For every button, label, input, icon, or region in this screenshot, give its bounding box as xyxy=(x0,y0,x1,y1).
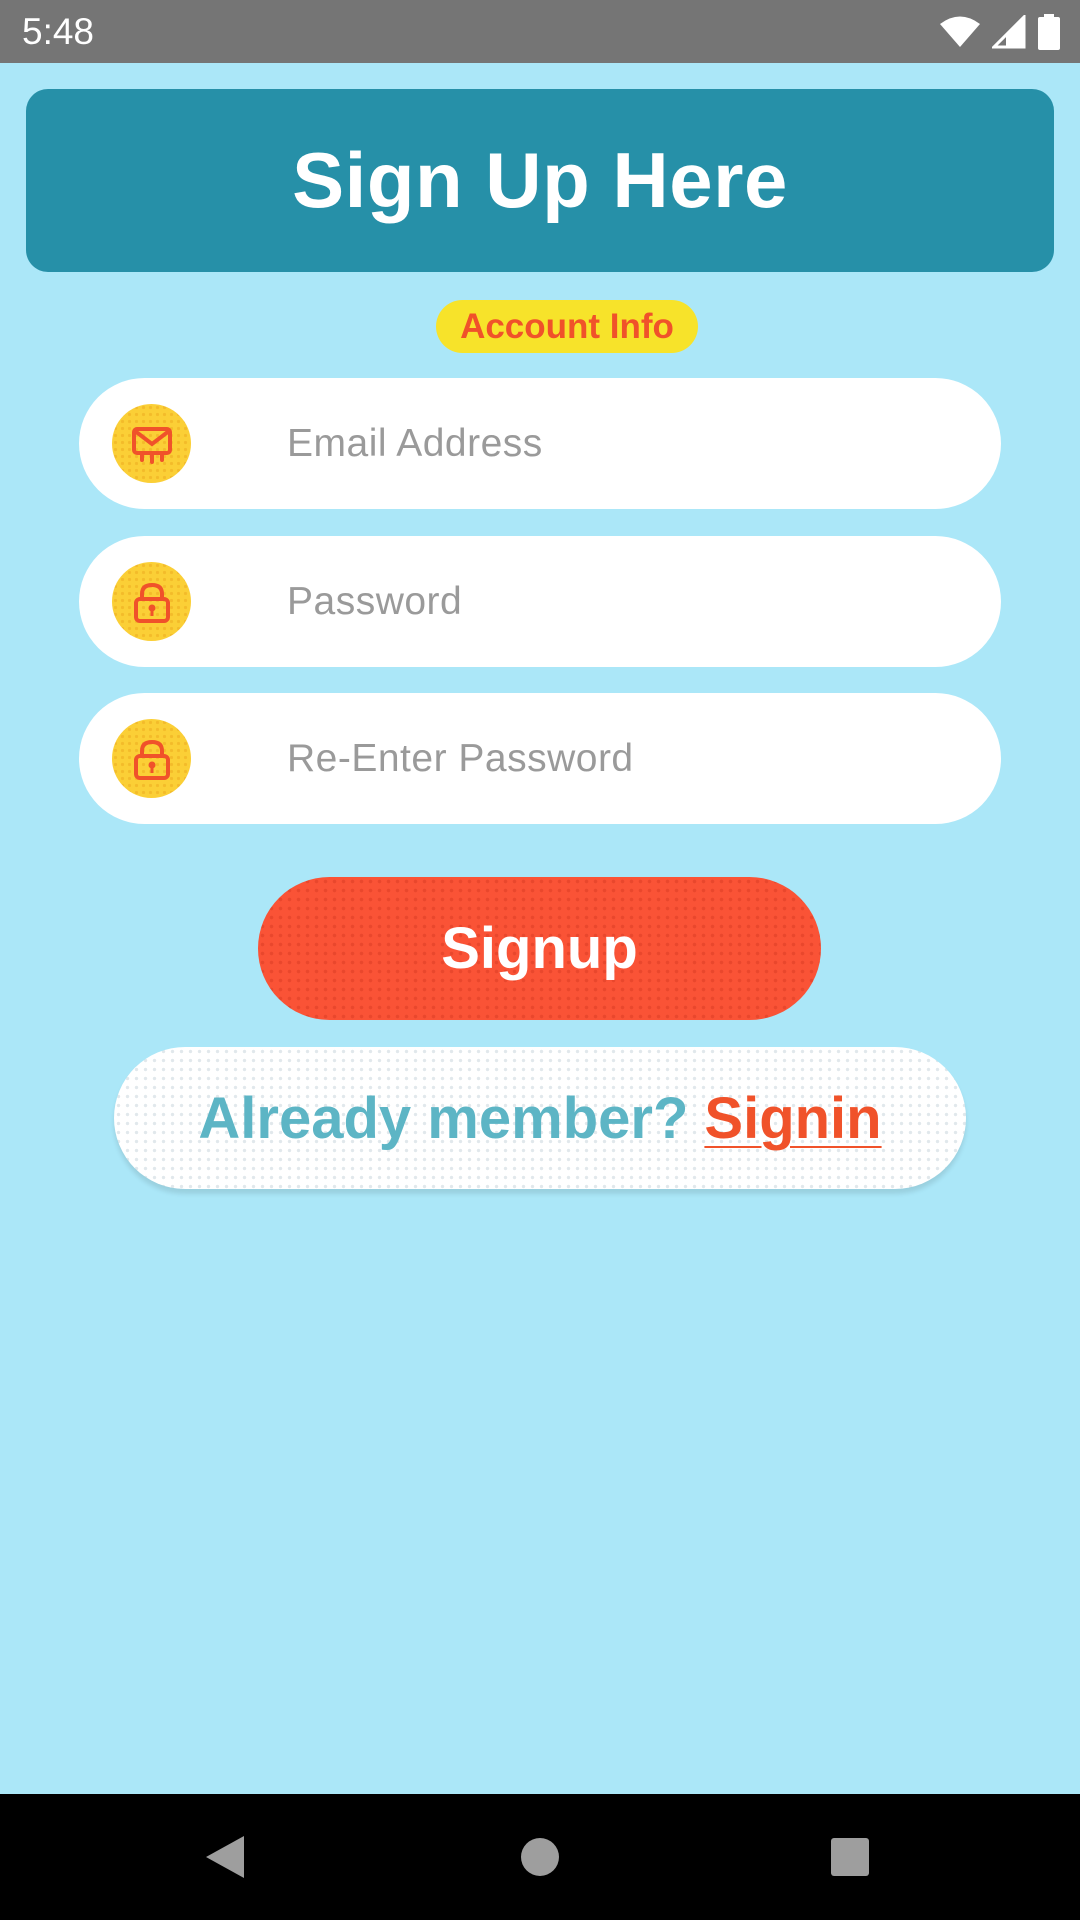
signup-screen: 5:48 Sign Up Here Account Info Email Add… xyxy=(0,0,1080,1920)
recents-icon[interactable] xyxy=(815,1822,885,1892)
email-input[interactable] xyxy=(287,378,967,509)
section-badge: Account Info xyxy=(436,300,698,353)
signin-prompt-pill: Already member? Signin xyxy=(114,1047,966,1189)
password-input[interactable] xyxy=(287,536,967,667)
battery-icon xyxy=(1038,14,1060,50)
signup-button[interactable]: Signup xyxy=(258,877,821,1020)
confirm-password-field[interactable] xyxy=(79,693,1001,824)
password-field[interactable] xyxy=(79,536,1001,667)
signin-prompt-text: Already member? xyxy=(198,1085,689,1151)
navigation-bar xyxy=(0,1794,1080,1920)
lock-icon xyxy=(112,562,191,641)
confirm-password-input[interactable] xyxy=(287,693,967,824)
page-title: Sign Up Here xyxy=(292,136,788,224)
envelope-icon xyxy=(112,404,191,483)
home-icon[interactable] xyxy=(505,1822,575,1892)
cellular-signal-icon xyxy=(992,15,1026,49)
back-icon[interactable] xyxy=(190,1822,260,1892)
email-field[interactable] xyxy=(79,378,1001,509)
wifi-icon xyxy=(940,16,980,48)
signin-link[interactable]: Signin xyxy=(704,1085,881,1152)
header-banner: Sign Up Here xyxy=(26,89,1054,272)
lock-icon xyxy=(112,719,191,798)
status-icons xyxy=(940,12,1060,52)
status-time: 5:48 xyxy=(22,11,95,52)
status-bar: 5:48 xyxy=(0,0,1080,63)
